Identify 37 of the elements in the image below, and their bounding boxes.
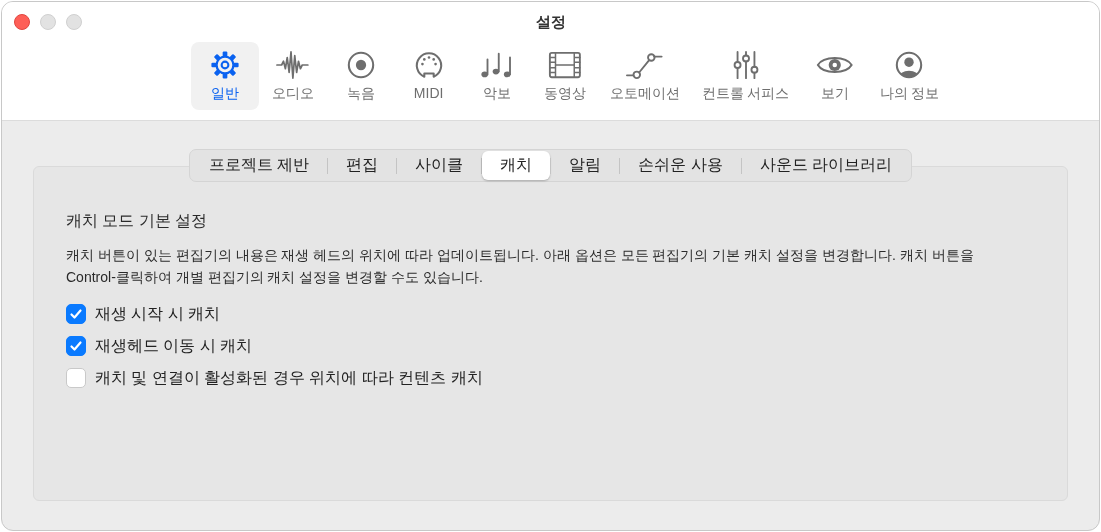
tab[interactable]: 손쉬운 사용 [620,151,741,180]
description-text: 캐치 버튼이 있는 편집기의 내용은 재생 헤드의 위치에 따라 업데이트됩니다. 아래 옵션은 모든 편집기의 기본 캐치 설정을 변경합니다. 캐치 버튼을 Control-클릭하여 개별 편집기의 캐치 설정을 변경할 수도 있습니다. [66,246,975,287]
tab[interactable]: 사이클 [397,151,482,180]
tab[interactable]: 프로젝트 제반 [190,151,328,180]
toolbar-item[interactable]: 오디오 [258,42,327,110]
automation-curve-icon [625,50,664,80]
tab[interactable]: 알림 [551,151,620,180]
checkbox[interactable] [66,304,86,324]
section-heading: 캐치 모드 기본 설정 [66,211,209,231]
person-circle-icon [894,50,925,80]
checkmark-icon [69,307,83,321]
tab[interactable]: 사운드 라이브러리 [741,151,911,180]
waveform-icon [275,50,310,80]
tab[interactable]: 캐치 [482,151,551,180]
checkbox[interactable] [66,368,86,388]
checkbox-label: 재생 시작 시 캐치 [95,303,221,324]
toolbar-item[interactable]: 보기 [800,42,869,110]
toolbar-item[interactable]: 오토메이션 [598,42,691,110]
window-title: 설정 [535,12,566,32]
record-icon [345,50,376,80]
music-notes-icon [479,50,514,80]
toolbar-item[interactable]: 일반 [190,42,259,110]
checkbox[interactable] [66,336,86,356]
toolbar-item[interactable]: MIDI [394,42,463,110]
toolbar-item[interactable]: 나의 정보 [868,42,951,110]
midi-port-icon [413,50,444,80]
checkmark-icon [69,339,83,353]
checkbox-label: 재생헤드 이동 시 캐치 [95,335,253,356]
toolbar-item[interactable]: 악보 [462,42,531,110]
film-icon [547,50,582,80]
close-button[interactable] [14,14,30,30]
tab[interactable]: 편집 [328,151,397,180]
checkbox-label: 캐치 및 연결이 활성화된 경우 위치에 따라 컨텐츠 캐치 [95,367,483,388]
settings-icon [209,50,240,80]
toolbar-item[interactable]: 컨트롤 서피스 [690,42,801,110]
toolbar-item[interactable]: 동영상 [530,42,599,110]
toolbar-item[interactable]: 녹음 [326,42,395,110]
